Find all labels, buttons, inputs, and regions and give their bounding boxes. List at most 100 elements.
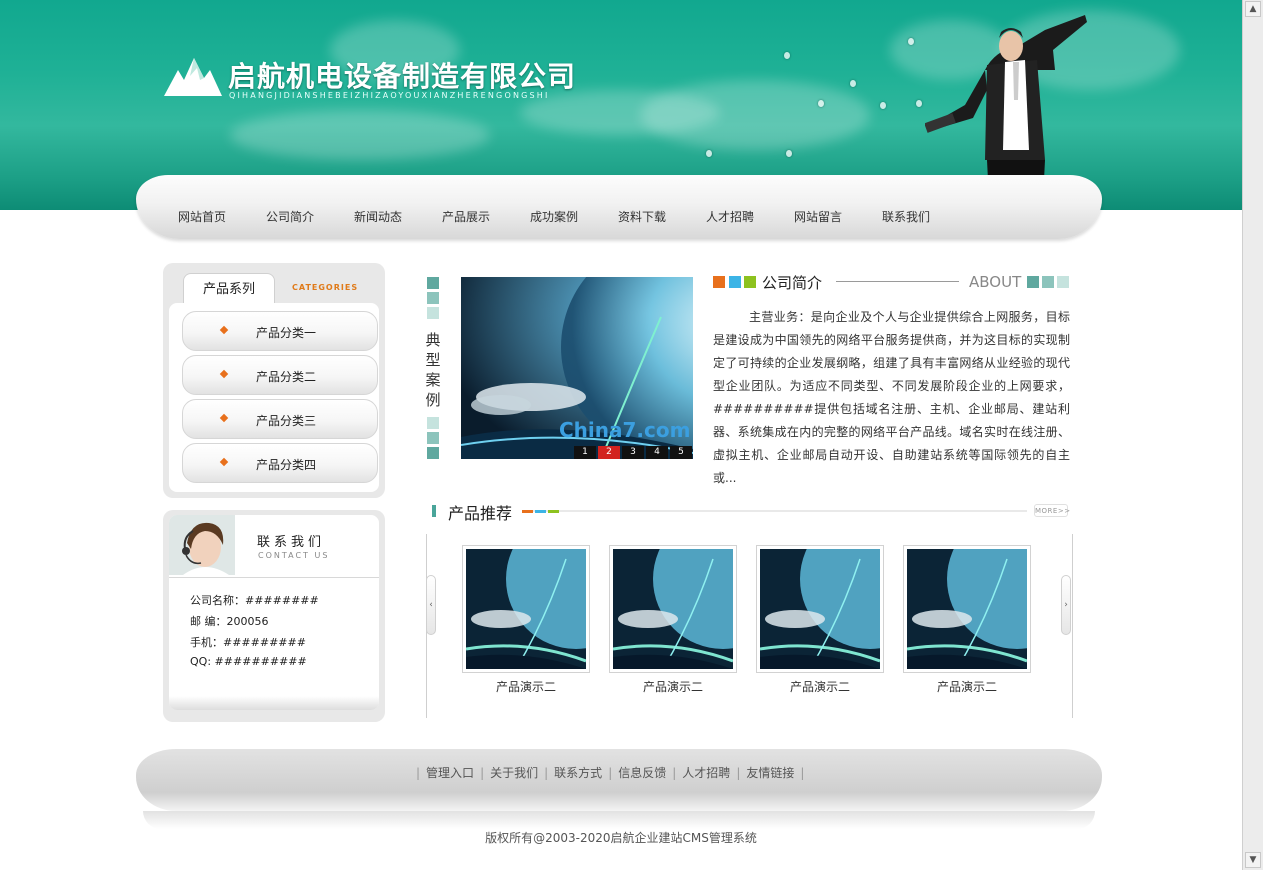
slide-page-5[interactable]: 5 (670, 446, 692, 459)
scroll-down-icon[interactable]: ▼ (1245, 852, 1261, 868)
slide-page-3[interactable]: 3 (622, 446, 644, 459)
product-caption-4[interactable]: 产品演示二 (903, 678, 1031, 695)
contact-card-footer (169, 696, 379, 710)
deco-segment (548, 510, 559, 513)
product-thumbnail-3[interactable] (756, 545, 884, 673)
page-scrollbar[interactable]: ▲ ▼ (1242, 0, 1263, 870)
nav-item-home[interactable]: 网站首页 (178, 208, 266, 225)
contact-title: 联系我们 (257, 535, 326, 550)
separator: | (544, 766, 549, 780)
footer-link-friends[interactable]: 友情链接 (746, 766, 794, 780)
category-item-1[interactable]: 产品分类一 (182, 311, 378, 351)
category-label: 产品分类三 (256, 414, 317, 428)
deco-segment (522, 510, 533, 513)
contact-phone: 手机：######### (190, 636, 306, 649)
contact-company: 公司名称：######## (190, 594, 319, 607)
planet-scene-icon: China7.com (461, 277, 693, 459)
deco-square (427, 447, 439, 459)
categories-list: 产品分类一 产品分类二 产品分类三 产品分类四 (169, 303, 379, 492)
product-caption-2[interactable]: 产品演示二 (609, 678, 737, 695)
case-slideshow-image[interactable]: China7.com (461, 277, 693, 459)
china7-watermark: China7.com (559, 418, 690, 442)
about-en-label: ABOUT (969, 273, 1022, 291)
category-item-3[interactable]: 产品分类三 (182, 399, 378, 439)
slide-page-4[interactable]: 4 (646, 446, 668, 459)
deco-square (1057, 276, 1069, 288)
categories-en-label: CATEGORIES (292, 283, 359, 292)
category-label: 产品分类一 (256, 326, 317, 340)
contact-card: 联系我们 CONTACT US 公司名称：######## 邮 编：200056… (169, 515, 379, 710)
deco-square (427, 307, 439, 319)
scroll-up-icon[interactable]: ▲ (1245, 1, 1261, 17)
nav-item-contact[interactable]: 联系我们 (882, 208, 970, 225)
carousel-prev-icon[interactable]: ‹ (426, 575, 436, 635)
category-label: 产品分类四 (256, 458, 317, 472)
contact-postcode: 邮 编：200056 (190, 615, 269, 628)
slide-page-2-active[interactable]: 2 (598, 446, 620, 459)
footer-link-jobs[interactable]: 人才招聘 (682, 766, 730, 780)
main-navigation: 网站首页 公司简介 新闻动态 产品展示 成功案例 资料下载 人才招聘 网站留言 … (136, 175, 1102, 239)
deco-square (427, 292, 439, 304)
more-button[interactable]: MORE>> (1034, 504, 1070, 517)
company-pinyin: QIHANGJIDIANSHEBEIZHIZAOYOUXIANZHERENGON… (229, 91, 550, 100)
contact-qq: QQ: ########## (190, 655, 307, 668)
category-item-2[interactable]: 产品分类二 (182, 355, 378, 395)
deco-square (1042, 276, 1054, 288)
contact-en-label: CONTACT US (258, 551, 330, 560)
about-title: 公司简介 (762, 274, 823, 292)
tab-product-series[interactable]: 产品系列 (183, 273, 275, 303)
divider (836, 281, 959, 282)
separator: | (416, 766, 421, 780)
product-caption-3[interactable]: 产品演示二 (756, 678, 884, 695)
nav-item-downloads[interactable]: 资料下载 (618, 208, 706, 225)
separator: | (480, 766, 485, 780)
product-thumbnail-2[interactable] (609, 545, 737, 673)
slide-page-1[interactable]: 1 (574, 446, 596, 459)
deco-square (1027, 276, 1039, 288)
product-thumbnail-4[interactable] (903, 545, 1031, 673)
support-agent-avatar (169, 515, 235, 575)
separator: | (800, 766, 805, 780)
nav-item-jobs[interactable]: 人才招聘 (706, 208, 794, 225)
footer-link-about[interactable]: 关于我们 (490, 766, 538, 780)
product-image (613, 549, 733, 669)
deco-square (427, 432, 439, 444)
nav-item-news[interactable]: 新闻动态 (354, 208, 442, 225)
divider (522, 510, 1027, 512)
contact-panel: 联系我们 CONTACT US 公司名称：######## 邮 编：200056… (163, 510, 385, 722)
footer-links: | 管理入口 | 关于我们 | 联系方式 | 信息反馈 | 人才招聘 | 友情链接 | (410, 764, 810, 781)
category-label: 产品分类二 (256, 370, 317, 384)
product-thumbnail-1[interactable] (462, 545, 590, 673)
products-header: 产品推荐 MORE>> (430, 500, 1071, 524)
about-header: 公司简介 ABOUT (713, 272, 1070, 292)
nav-item-cases[interactable]: 成功案例 (530, 208, 618, 225)
deco-square (713, 276, 725, 288)
about-description: 主营业务：是向企业及个人与企业提供综合上网服务，目标是建设成为中国领先的网络平台… (713, 310, 1070, 485)
company-name: 启航机电设备制造有限公司 (228, 60, 577, 93)
products-title: 产品推荐 (448, 504, 513, 523)
product-image (760, 549, 880, 669)
separator: | (672, 766, 677, 780)
nav-item-products[interactable]: 产品展示 (442, 208, 530, 225)
product-categories-panel: 产品分类一 产品分类二 产品分类三 产品分类四 产品系列 CATEGORIES (163, 263, 385, 498)
businessman-illustration-icon (925, 15, 1087, 200)
deco-square (427, 417, 439, 429)
deco-square (729, 276, 741, 288)
separator: | (608, 766, 613, 780)
separator: | (736, 766, 741, 780)
diamond-bullet-icon (219, 457, 229, 467)
diamond-bullet-icon (219, 413, 229, 423)
category-item-4[interactable]: 产品分类四 (182, 443, 378, 483)
product-caption-1[interactable]: 产品演示二 (462, 678, 590, 695)
nav-item-about[interactable]: 公司简介 (266, 208, 354, 225)
footer-link-admin[interactable]: 管理入口 (426, 766, 474, 780)
deco-segment (535, 510, 546, 513)
carousel-next-icon[interactable]: › (1061, 575, 1071, 635)
footer-link-feedback[interactable]: 信息反馈 (618, 766, 666, 780)
divider (169, 577, 379, 578)
footer-shadow (143, 811, 1095, 829)
deco-square (427, 277, 439, 289)
mountain-logo-icon (164, 58, 222, 96)
nav-item-guestbook[interactable]: 网站留言 (794, 208, 882, 225)
footer-link-contact[interactable]: 联系方式 (554, 766, 602, 780)
